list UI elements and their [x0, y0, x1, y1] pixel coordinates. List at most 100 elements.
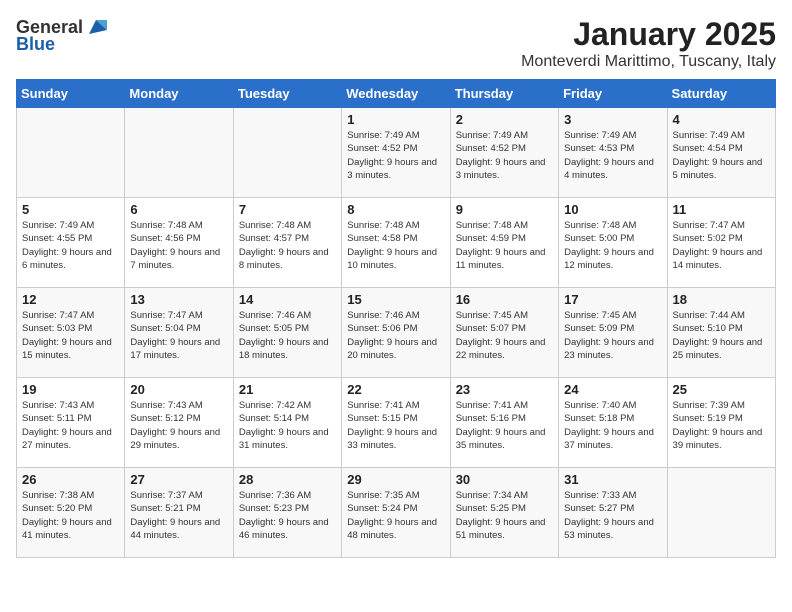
- day-number: 22: [347, 382, 444, 397]
- day-info: Sunrise: 7:38 AMSunset: 5:20 PMDaylight:…: [22, 489, 119, 542]
- day-number: 1: [347, 112, 444, 127]
- day-info: Sunrise: 7:45 AMSunset: 5:09 PMDaylight:…: [564, 309, 661, 362]
- calendar-day-1: 1 Sunrise: 7:49 AMSunset: 4:52 PMDaylight…: [342, 108, 450, 198]
- day-info: Sunrise: 7:48 AMSunset: 5:00 PMDaylight:…: [564, 219, 661, 272]
- calendar-day-25: 25Sunrise: 7:39 AMSunset: 5:19 PMDayligh…: [667, 378, 775, 468]
- day-number: 15: [347, 292, 444, 307]
- calendar-week-row: 19 Sunrise: 7:43 AMSunset: 5:11 PMDayligh…: [17, 378, 776, 468]
- calendar-week-row: 12 Sunrise: 7:47 AMSunset: 5:03 PMDayligh…: [17, 288, 776, 378]
- day-info: Sunrise: 7:49 AMSunset: 4:52 PMDaylight:…: [456, 129, 553, 182]
- calendar-day-9: 9 Sunrise: 7:48 AMSunset: 4:59 PMDaylight…: [450, 198, 558, 288]
- calendar-empty-cell: [125, 108, 233, 198]
- weekday-header-saturday: Saturday: [667, 80, 775, 108]
- calendar-day-23: 23Sunrise: 7:41 AMSunset: 5:16 PMDayligh…: [450, 378, 558, 468]
- day-info: Sunrise: 7:48 AMSunset: 4:59 PMDaylight:…: [456, 219, 553, 272]
- day-number: 2: [456, 112, 553, 127]
- day-info: Sunrise: 7:46 AMSunset: 5:06 PMDaylight:…: [347, 309, 444, 362]
- calendar-day-30: 30 Sunrise: 7:34 AMSunset: 5:25 PMDayligh…: [450, 468, 558, 558]
- day-number: 24: [564, 382, 661, 397]
- day-number: 19: [22, 382, 119, 397]
- day-info: Sunrise: 7:35 AMSunset: 5:24 PMDaylight:…: [347, 489, 444, 542]
- day-info: Sunrise: 7:49 AMSunset: 4:54 PMDaylight:…: [673, 129, 770, 182]
- day-info: Sunrise: 7:48 AMSunset: 4:57 PMDaylight:…: [239, 219, 336, 272]
- day-number: 9: [456, 202, 553, 217]
- calendar-day-7: 7 Sunrise: 7:48 AMSunset: 4:57 PMDaylight…: [233, 198, 341, 288]
- day-number: 20: [130, 382, 227, 397]
- calendar-day-6: 6Sunrise: 7:48 AMSunset: 4:56 PMDaylight…: [125, 198, 233, 288]
- calendar-week-row: 26 Sunrise: 7:38 AMSunset: 5:20 PMDayligh…: [17, 468, 776, 558]
- day-info: Sunrise: 7:34 AMSunset: 5:25 PMDaylight:…: [456, 489, 553, 542]
- day-number: 14: [239, 292, 336, 307]
- calendar-day-3: 3Sunrise: 7:49 AMSunset: 4:53 PMDaylight…: [559, 108, 667, 198]
- weekday-header-monday: Monday: [125, 80, 233, 108]
- day-number: 11: [673, 202, 770, 217]
- day-info: Sunrise: 7:48 AMSunset: 4:56 PMDaylight:…: [130, 219, 227, 272]
- calendar-day-26: 26 Sunrise: 7:38 AMSunset: 5:20 PMDayligh…: [17, 468, 125, 558]
- location-title: Monteverdi Marittimo, Tuscany, Italy: [521, 53, 776, 71]
- calendar-day-19: 19 Sunrise: 7:43 AMSunset: 5:11 PMDayligh…: [17, 378, 125, 468]
- day-info: Sunrise: 7:49 AMSunset: 4:55 PMDaylight:…: [22, 219, 119, 272]
- month-title: January 2025: [521, 16, 776, 53]
- day-number: 21: [239, 382, 336, 397]
- day-info: Sunrise: 7:33 AMSunset: 5:27 PMDaylight:…: [564, 489, 661, 542]
- day-info: Sunrise: 7:36 AMSunset: 5:23 PMDaylight:…: [239, 489, 336, 542]
- day-number: 5: [22, 202, 119, 217]
- day-number: 30: [456, 472, 553, 487]
- calendar-day-2: 2 Sunrise: 7:49 AMSunset: 4:52 PMDaylight…: [450, 108, 558, 198]
- day-info: Sunrise: 7:49 AMSunset: 4:52 PMDaylight:…: [347, 129, 444, 182]
- day-info: Sunrise: 7:42 AMSunset: 5:14 PMDaylight:…: [239, 399, 336, 452]
- calendar-week-row: 5 Sunrise: 7:49 AMSunset: 4:55 PMDaylight…: [17, 198, 776, 288]
- day-number: 27: [130, 472, 227, 487]
- day-info: Sunrise: 7:46 AMSunset: 5:05 PMDaylight:…: [239, 309, 336, 362]
- day-info: Sunrise: 7:45 AMSunset: 5:07 PMDaylight:…: [456, 309, 553, 362]
- day-info: Sunrise: 7:43 AMSunset: 5:12 PMDaylight:…: [130, 399, 227, 452]
- day-info: Sunrise: 7:44 AMSunset: 5:10 PMDaylight:…: [673, 309, 770, 362]
- day-info: Sunrise: 7:43 AMSunset: 5:11 PMDaylight:…: [22, 399, 119, 452]
- weekday-header-sunday: Sunday: [17, 80, 125, 108]
- logo: General Blue: [16, 16, 107, 55]
- day-info: Sunrise: 7:47 AMSunset: 5:04 PMDaylight:…: [130, 309, 227, 362]
- calendar-day-18: 18 Sunrise: 7:44 AMSunset: 5:10 PMDayligh…: [667, 288, 775, 378]
- logo-icon: [85, 16, 107, 38]
- day-number: 12: [22, 292, 119, 307]
- calendar-day-14: 14 Sunrise: 7:46 AMSunset: 5:05 PMDayligh…: [233, 288, 341, 378]
- calendar-day-11: 11 Sunrise: 7:47 AMSunset: 5:02 PMDayligh…: [667, 198, 775, 288]
- day-number: 4: [673, 112, 770, 127]
- calendar-empty-cell: [233, 108, 341, 198]
- calendar-week-row: 1 Sunrise: 7:49 AMSunset: 4:52 PMDaylight…: [17, 108, 776, 198]
- day-number: 18: [673, 292, 770, 307]
- calendar-day-21: 21 Sunrise: 7:42 AMSunset: 5:14 PMDayligh…: [233, 378, 341, 468]
- weekday-header-friday: Friday: [559, 80, 667, 108]
- calendar-day-13: 13 Sunrise: 7:47 AMSunset: 5:04 PMDayligh…: [125, 288, 233, 378]
- day-info: Sunrise: 7:40 AMSunset: 5:18 PMDaylight:…: [564, 399, 661, 452]
- day-number: 13: [130, 292, 227, 307]
- calendar-day-15: 15 Sunrise: 7:46 AMSunset: 5:06 PMDayligh…: [342, 288, 450, 378]
- weekday-header-row: SundayMondayTuesdayWednesdayThursdayFrid…: [17, 80, 776, 108]
- calendar-day-8: 8 Sunrise: 7:48 AMSunset: 4:58 PMDaylight…: [342, 198, 450, 288]
- day-info: Sunrise: 7:48 AMSunset: 4:58 PMDaylight:…: [347, 219, 444, 272]
- day-number: 25: [673, 382, 770, 397]
- day-info: Sunrise: 7:49 AMSunset: 4:53 PMDaylight:…: [564, 129, 661, 182]
- calendar-day-29: 29 Sunrise: 7:35 AMSunset: 5:24 PMDayligh…: [342, 468, 450, 558]
- calendar-day-31: 31Sunrise: 7:33 AMSunset: 5:27 PMDayligh…: [559, 468, 667, 558]
- title-block: January 2025 Monteverdi Marittimo, Tusca…: [521, 16, 776, 71]
- day-number: 29: [347, 472, 444, 487]
- calendar-day-4: 4 Sunrise: 7:49 AMSunset: 4:54 PMDaylight…: [667, 108, 775, 198]
- calendar-empty-cell: [667, 468, 775, 558]
- calendar-day-17: 17 Sunrise: 7:45 AMSunset: 5:09 PMDayligh…: [559, 288, 667, 378]
- calendar-table: SundayMondayTuesdayWednesdayThursdayFrid…: [16, 79, 776, 558]
- day-number: 10: [564, 202, 661, 217]
- day-number: 7: [239, 202, 336, 217]
- day-info: Sunrise: 7:47 AMSunset: 5:02 PMDaylight:…: [673, 219, 770, 272]
- day-number: 26: [22, 472, 119, 487]
- day-info: Sunrise: 7:41 AMSunset: 5:16 PMDaylight:…: [456, 399, 553, 452]
- calendar-day-24: 24 Sunrise: 7:40 AMSunset: 5:18 PMDayligh…: [559, 378, 667, 468]
- calendar-day-20: 20 Sunrise: 7:43 AMSunset: 5:12 PMDayligh…: [125, 378, 233, 468]
- day-number: 17: [564, 292, 661, 307]
- page-header: General Blue January 2025 Monteverdi Mar…: [16, 16, 776, 71]
- weekday-header-wednesday: Wednesday: [342, 80, 450, 108]
- day-number: 16: [456, 292, 553, 307]
- day-info: Sunrise: 7:47 AMSunset: 5:03 PMDaylight:…: [22, 309, 119, 362]
- day-number: 8: [347, 202, 444, 217]
- calendar-day-5: 5 Sunrise: 7:49 AMSunset: 4:55 PMDaylight…: [17, 198, 125, 288]
